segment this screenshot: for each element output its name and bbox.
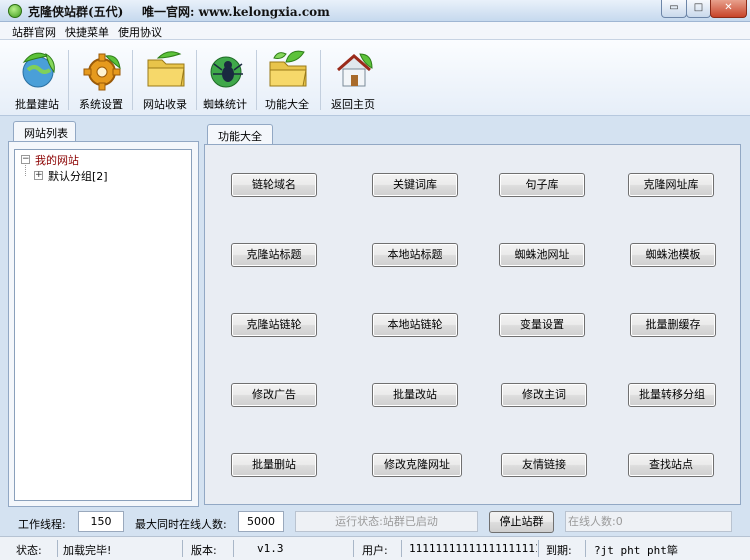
function-button[interactable]: 批量转移分组 (628, 383, 716, 407)
window-title: 克隆侠站群(五代) (28, 5, 124, 19)
tree-collapse-toggle[interactable]: − (21, 155, 30, 164)
function-button[interactable]: 句子库 (499, 173, 585, 197)
toolbar-label: 返回主页 (331, 98, 375, 111)
site-list-panel: − 我的网站 + 默认分组[2] (8, 141, 199, 507)
function-button[interactable]: 变量设置 (499, 313, 585, 337)
tab-label: 网站列表 (24, 127, 68, 140)
gear-icon (83, 53, 121, 91)
user-value: 1111111111111111111111 (409, 542, 537, 555)
toolbar-indexing-button[interactable]: 网站收录 (136, 46, 194, 114)
status-divider (585, 540, 586, 557)
folder-icon (147, 51, 185, 87)
menu-bar: 站群官网 快捷菜单 使用协议 (0, 22, 750, 40)
toolbar-label: 蜘蛛统计 (203, 98, 247, 111)
toolbar-all-functions-button[interactable]: 功能大全 (258, 46, 316, 114)
function-button[interactable]: 链轮域名 (231, 173, 317, 197)
title-bar[interactable]: 克隆侠站群(五代) 唯一官网: www.kelongxia.com ▭ □ ✕ (0, 0, 750, 22)
status-bar: 状态: 加载完毕! 版本: v1.3 用户: 11111111111111111… (0, 536, 750, 560)
tab-site-list[interactable]: 网站列表 (13, 121, 76, 142)
function-button[interactable]: 批量改站 (372, 383, 458, 407)
globe-leaf-icon (22, 52, 55, 88)
user-label: 用户: (362, 544, 388, 557)
toolbar-settings-button[interactable]: 系统设置 (72, 46, 130, 114)
menu-item-official-site[interactable]: 站群官网 (12, 24, 56, 40)
toolbar-label: 批量建站 (15, 98, 59, 111)
functions-panel: 链轮域名 关键词库 句子库 克隆网址库 克隆站标题 本地站标题 蜘蛛池网址 蜘蛛… (204, 144, 741, 505)
window-official-site: 唯一官网: www.kelongxia.com (142, 5, 330, 19)
threads-input[interactable]: 150 (78, 511, 124, 532)
version-label: 版本: (191, 544, 217, 557)
minimize-button[interactable]: ▭ (661, 0, 687, 18)
tab-label: 功能大全 (218, 130, 262, 143)
max-online-label: 最大同时在线人数: (135, 518, 227, 531)
function-button[interactable]: 修改广告 (231, 383, 317, 407)
function-button[interactable]: 查找站点 (628, 453, 714, 477)
status-divider (538, 540, 539, 557)
menu-item-agreement[interactable]: 使用协议 (118, 24, 162, 40)
function-button[interactable]: 本地站链轮 (372, 313, 458, 337)
toolbar-label: 系统设置 (79, 98, 123, 111)
function-button[interactable]: 本地站标题 (372, 243, 458, 267)
site-tree[interactable]: − 我的网站 + 默认分组[2] (14, 149, 192, 501)
control-bar: 工作线程: 150 最大同时在线人数: 5000 运行状态:站群已启动 停止站群… (0, 508, 750, 536)
toolbar: 批量建站 系统设置 网站收录 蜘蛛统计 功能大全 返回主页 (0, 40, 750, 116)
tree-root-item[interactable]: 我的网站 (35, 152, 79, 168)
toolbar-home-button[interactable]: 返回主页 (324, 46, 382, 114)
function-button[interactable]: 克隆站链轮 (231, 313, 317, 337)
function-button[interactable]: 友情链接 (501, 453, 587, 477)
function-button[interactable]: 关键词库 (372, 173, 458, 197)
tree-connector (25, 165, 26, 176)
maximize-button[interactable]: □ (686, 0, 711, 18)
app-logo-icon (8, 4, 22, 18)
function-button[interactable]: 克隆网址库 (628, 173, 714, 197)
tab-all-functions[interactable]: 功能大全 (207, 124, 273, 145)
home-icon (337, 53, 373, 87)
status-divider (353, 540, 354, 557)
folder-leaf-icon (269, 50, 307, 87)
stop-button[interactable]: 停止站群 (489, 511, 554, 533)
toolbar-batch-build-button[interactable]: 批量建站 (8, 46, 66, 114)
tree-group-item[interactable]: 默认分组[2] (48, 168, 108, 184)
function-button[interactable]: 批量删站 (231, 453, 317, 477)
function-button[interactable]: 修改克隆网址 (372, 453, 462, 477)
function-button[interactable]: 修改主词 (501, 383, 587, 407)
status-label: 状态: (16, 544, 42, 557)
run-status-field: 运行状态:站群已启动 (295, 511, 478, 532)
expire-value: ?jt pht pht筚 (594, 544, 678, 557)
tree-expand-toggle[interactable]: + (34, 171, 43, 180)
status-divider (57, 540, 58, 557)
function-button[interactable]: 批量删缓存 (630, 313, 716, 337)
status-value: 加载完毕! (63, 544, 112, 557)
status-divider (401, 540, 402, 557)
online-count-field: 在线人数:0 (565, 511, 732, 532)
threads-label: 工作线程: (18, 518, 66, 531)
status-divider (182, 540, 183, 557)
max-online-input[interactable]: 5000 (238, 511, 284, 532)
function-button[interactable]: 克隆站标题 (231, 243, 317, 267)
menu-item-quick-menu[interactable]: 快捷菜单 (65, 24, 109, 40)
expire-label: 到期: (546, 544, 572, 557)
toolbar-label: 功能大全 (265, 98, 309, 111)
function-button[interactable]: 蜘蛛池模板 (630, 243, 716, 267)
status-divider (233, 540, 234, 557)
function-button[interactable]: 蜘蛛池网址 (499, 243, 585, 267)
close-button[interactable]: ✕ (710, 0, 747, 18)
toolbar-spider-stats-button[interactable]: 蜘蛛统计 (196, 46, 254, 114)
spider-icon (210, 56, 243, 88)
version-value: v1.3 (257, 542, 284, 555)
